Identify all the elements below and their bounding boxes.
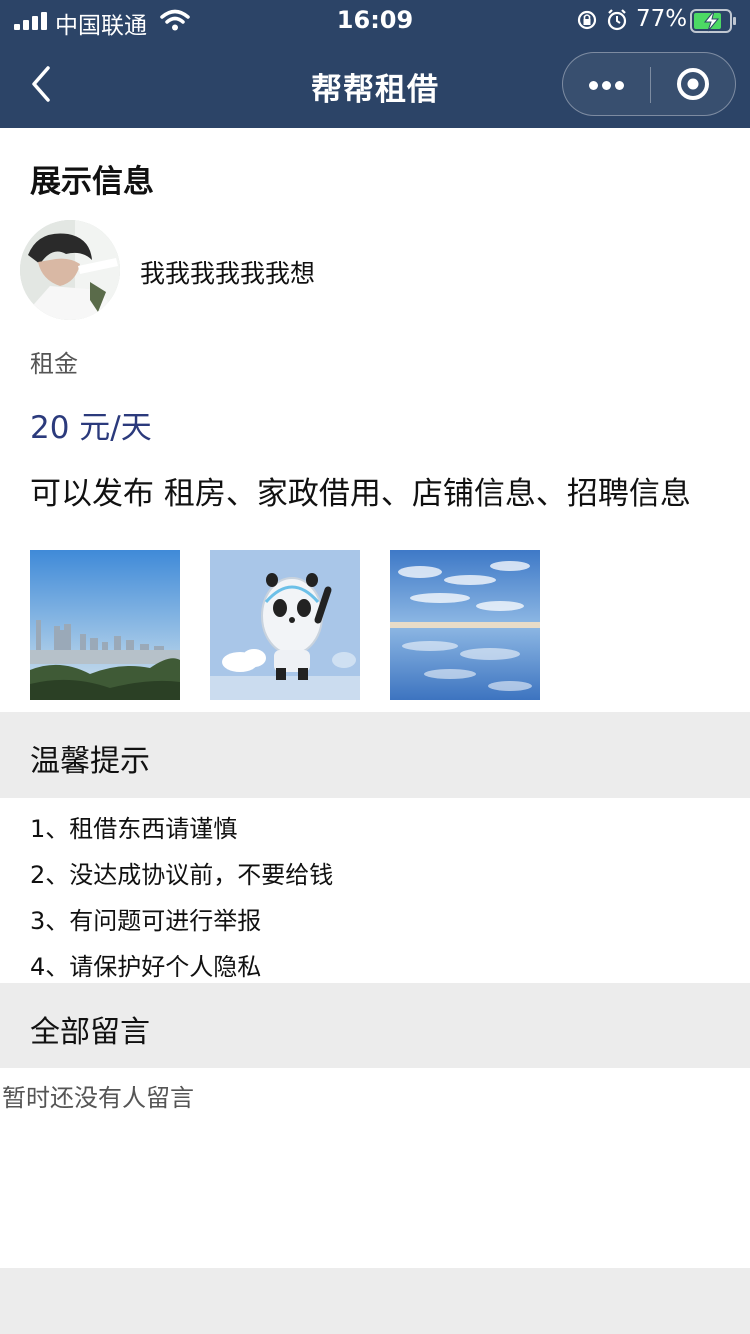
comments-title: 全部留言 bbox=[30, 1015, 150, 1050]
lock-alarm-icons bbox=[577, 9, 627, 31]
section-title-display-info: 展示信息 bbox=[30, 164, 154, 200]
battery-percent: 77% bbox=[636, 6, 688, 32]
tip-item: 2、没达成协议前，不要给钱 bbox=[30, 861, 334, 889]
more-button[interactable] bbox=[563, 53, 650, 115]
tip-item: 3、有问题可进行举报 bbox=[30, 907, 262, 935]
rent-value: 20 元/天 bbox=[30, 410, 152, 446]
panda-mascot-image bbox=[210, 550, 360, 700]
description: 可以发布 租房、家政借用、店铺信息、招聘信息 bbox=[30, 476, 691, 512]
comments-header: 全部留言 bbox=[0, 983, 750, 1068]
close-target-icon[interactable] bbox=[651, 53, 737, 115]
status-bar: 中国联通 16:09 77% bbox=[0, 0, 750, 42]
comments-empty-text: 暂时还没有人留言 bbox=[2, 1084, 194, 1112]
photo-city[interactable] bbox=[30, 550, 180, 700]
tips-header: 温馨提示 bbox=[0, 712, 750, 798]
bottom-bar bbox=[0, 1268, 750, 1334]
tip-item: 4、请保护好个人隐私 bbox=[30, 953, 262, 981]
username: 我我我我我我想 bbox=[140, 259, 316, 288]
tip-item: 1、租借东西请谨慎 bbox=[30, 815, 238, 843]
photo-sea[interactable] bbox=[390, 550, 540, 700]
avatar-image bbox=[20, 220, 120, 320]
miniprogram-capsule bbox=[562, 52, 736, 116]
top-bar: 中国联通 16:09 77% 帮帮租借 bbox=[0, 0, 750, 128]
rent-label: 租金 bbox=[30, 350, 78, 378]
photo-mascot[interactable] bbox=[210, 550, 360, 700]
avatar[interactable] bbox=[20, 220, 120, 320]
city-skyline-image bbox=[30, 550, 180, 700]
battery-charging-icon bbox=[690, 9, 736, 33]
tips-title: 温馨提示 bbox=[30, 744, 150, 779]
sky-reflection-image bbox=[390, 550, 540, 700]
